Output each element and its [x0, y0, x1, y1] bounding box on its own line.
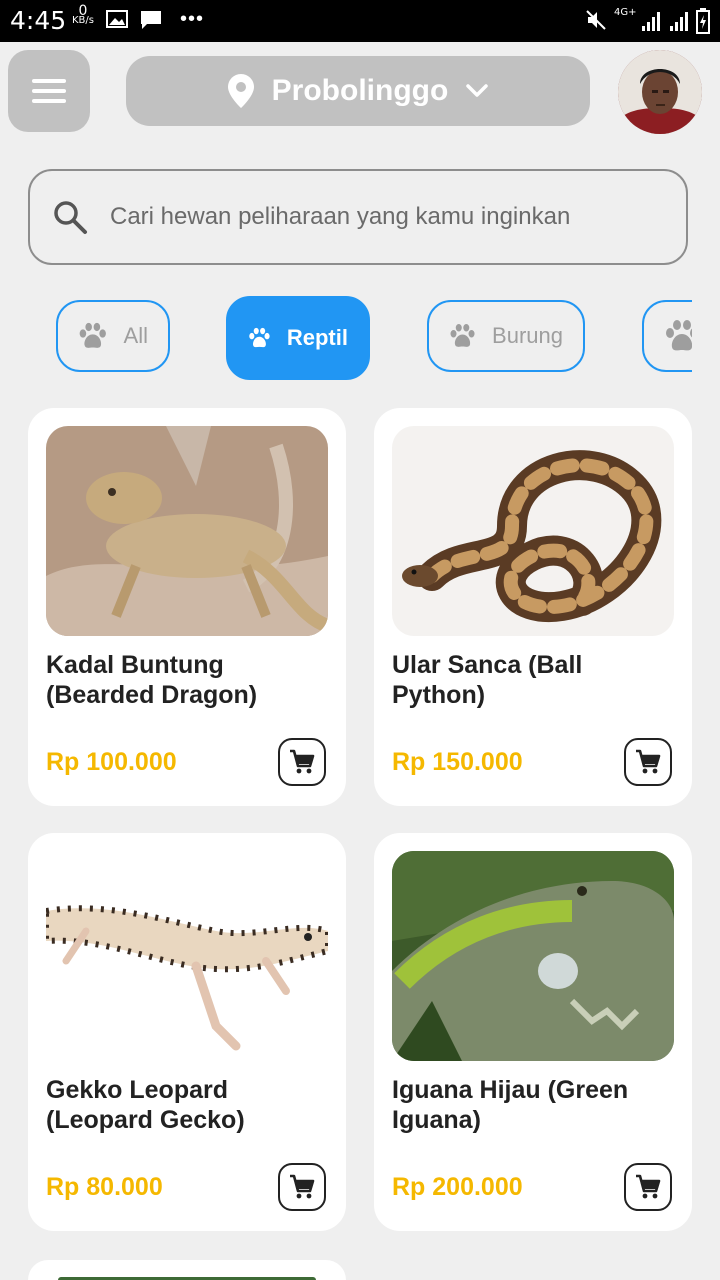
location-selector[interactable]: Probolinggo — [126, 56, 590, 126]
product-name: Ular Sanca (Ball Python) — [392, 651, 583, 709]
signal-icon — [670, 12, 688, 31]
status-bar: 4:45 0 KB/s ••• 4G+ — [0, 0, 720, 42]
paw-icon — [666, 320, 692, 351]
chevron-down-icon — [466, 84, 489, 97]
product-name: Gekko Leopard (Leopard Gecko) — [46, 1076, 245, 1134]
user-photo — [618, 50, 702, 134]
bearded-dragon-photo — [46, 426, 328, 636]
category-label: Burung — [492, 323, 563, 348]
leopard-gecko-photo — [46, 851, 328, 1061]
product-price: Rp 100.000 — [46, 748, 177, 776]
menu-button[interactable] — [8, 50, 90, 132]
add-to-cart-button[interactable] — [278, 738, 326, 786]
green-iguana-photo — [392, 851, 674, 1061]
category-chips: All Reptil Burung — [0, 296, 692, 382]
location-pin-icon — [227, 74, 254, 108]
message-icon — [141, 11, 161, 29]
ball-python-photo — [392, 426, 674, 636]
paw-icon — [249, 327, 270, 348]
cart-icon — [290, 1174, 315, 1199]
category-chip-all[interactable]: All — [56, 300, 170, 372]
add-to-cart-button[interactable] — [624, 738, 672, 786]
mute-icon — [586, 10, 606, 30]
category-chip-more[interactable] — [642, 300, 692, 372]
product-card[interactable]: Gekko Leopard (Leopard Gecko) Rp 80.000 — [28, 833, 346, 1231]
battery-icon — [696, 8, 710, 34]
avatar[interactable] — [618, 50, 702, 134]
product-name: Iguana Hijau (Green Iguana) — [392, 1076, 629, 1134]
product-card[interactable]: Iguana Hijau (Green Iguana) Rp 200.000 — [374, 833, 692, 1231]
location-label: Probolinggo — [271, 74, 449, 107]
cart-icon — [636, 749, 661, 774]
product-card[interactable]: Ular Sanca (Ball Python) Rp 150.000 — [374, 408, 692, 806]
search-icon — [54, 201, 87, 234]
add-to-cart-button[interactable] — [624, 1163, 672, 1211]
product-card[interactable]: Kadal Buntung (Bearded Dragon) Rp 100.00… — [28, 408, 346, 806]
network-speed-unit: KB/s — [72, 15, 94, 26]
cart-icon — [636, 1174, 661, 1199]
category-label: Reptil — [286, 325, 348, 350]
add-to-cart-button[interactable] — [278, 1163, 326, 1211]
paw-icon — [79, 322, 106, 348]
product-card[interactable] — [28, 1260, 346, 1280]
status-time: 4:45 — [10, 6, 67, 35]
product-price: Rp 150.000 — [392, 748, 523, 776]
paw-icon — [450, 323, 475, 347]
search-bar[interactable] — [28, 169, 688, 265]
hamburger-icon — [32, 79, 66, 103]
gallery-icon — [106, 10, 128, 28]
cart-icon — [290, 749, 315, 774]
more-notifications-icon: ••• — [180, 8, 205, 30]
category-chip-reptil[interactable]: Reptil — [226, 296, 370, 380]
product-price: Rp 80.000 — [46, 1173, 163, 1201]
category-chip-burung[interactable]: Burung — [427, 300, 585, 372]
network-type: 4G+ — [614, 7, 637, 18]
search-input[interactable] — [108, 202, 672, 232]
category-label: All — [123, 323, 148, 348]
network-speed: 0 KB/s — [72, 4, 94, 26]
product-name: Kadal Buntung (Bearded Dragon) — [46, 651, 258, 709]
signal-icon — [642, 12, 660, 31]
product-price: Rp 200.000 — [392, 1173, 523, 1201]
